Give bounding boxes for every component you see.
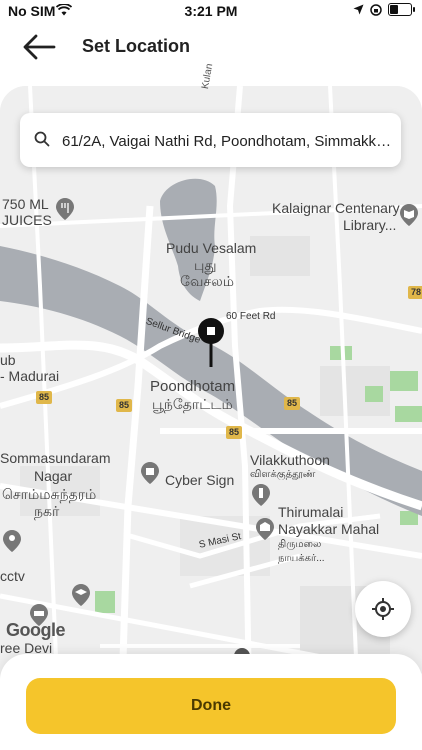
page-title: Set Location (82, 36, 191, 56)
map-label-nayakkar-tamil: நாயக்கர்... (278, 553, 325, 564)
google-logo: Google (6, 620, 66, 640)
map-label-cyber-sign: Cyber Sign (165, 472, 235, 488)
bottom-sheet: Done (0, 654, 422, 750)
location-arrow-icon (353, 4, 364, 15)
back-button[interactable] (22, 33, 58, 61)
arrow-left-icon (23, 34, 56, 60)
map-label-nagar: Nagar (34, 468, 73, 484)
map-label-nagar-tamil: நகர் (34, 503, 60, 519)
selected-location-pin-icon[interactable] (196, 316, 226, 368)
map-label-750ml: 750 ML (2, 196, 49, 212)
orientation-lock-icon (370, 3, 382, 16)
current-location-button[interactable] (355, 581, 411, 637)
map-view[interactable] (0, 86, 422, 750)
school-pin-icon (72, 584, 90, 606)
road-shield: 85 (284, 397, 300, 410)
map-label-poondhotam: Poondhotam (150, 378, 236, 395)
map-label-madurai: - Madurai (0, 368, 60, 384)
map-label-ub: ub (0, 352, 16, 368)
map-label-library: Library... (343, 217, 397, 233)
map-label-vesalam-tamil: வேசலம் (180, 273, 234, 289)
location-pin-icon (3, 530, 21, 552)
map-label-sommasundaram: Sommasundaram (0, 450, 111, 466)
library-pin-icon (400, 204, 418, 226)
map-label-60-feet-rd: 60 Feet Rd (226, 311, 276, 322)
map-label-juices: JUICES (2, 212, 52, 228)
search-icon (34, 131, 50, 147)
map-label-thirumalai: Thirumalai (278, 504, 344, 520)
museum-pin-icon (256, 518, 274, 540)
done-button[interactable]: Done (26, 678, 396, 734)
road-shield: 85 (36, 391, 52, 404)
map-label-poondhotam-tamil: பூந்தோட்டம் (152, 396, 233, 412)
shopping-pin-icon (141, 462, 159, 484)
map-background (0, 86, 422, 750)
map-label-vilakkuthoon-tamil: விளக்குத்தூண் (250, 469, 316, 480)
road-shield: 85 (226, 426, 242, 439)
location-search-input[interactable] (60, 125, 394, 157)
map-label-pudu-vesalam: Pudu Vesalam (166, 240, 257, 256)
road-shield: 85 (116, 399, 132, 412)
map-label-cctv: cctv (0, 568, 25, 584)
search-box (20, 113, 401, 167)
map-label-nayakkar-mahal: Nayakkar Mahal (278, 521, 380, 537)
map-label-kalaignar: Kalaignar Centenary (272, 200, 400, 216)
map-label-vilakkuthoon: Vilakkuthoon (250, 452, 330, 468)
restaurant-pin-icon (56, 198, 74, 220)
status-bar: No SIM 3:21 PM (0, 0, 422, 24)
battery-icon (388, 3, 415, 16)
map-label-thirumalai-tamil: திருமலை (278, 539, 322, 550)
landmark-pin-icon (252, 484, 270, 506)
road-shield: 78 (408, 286, 422, 299)
crosshair-icon (372, 598, 394, 620)
